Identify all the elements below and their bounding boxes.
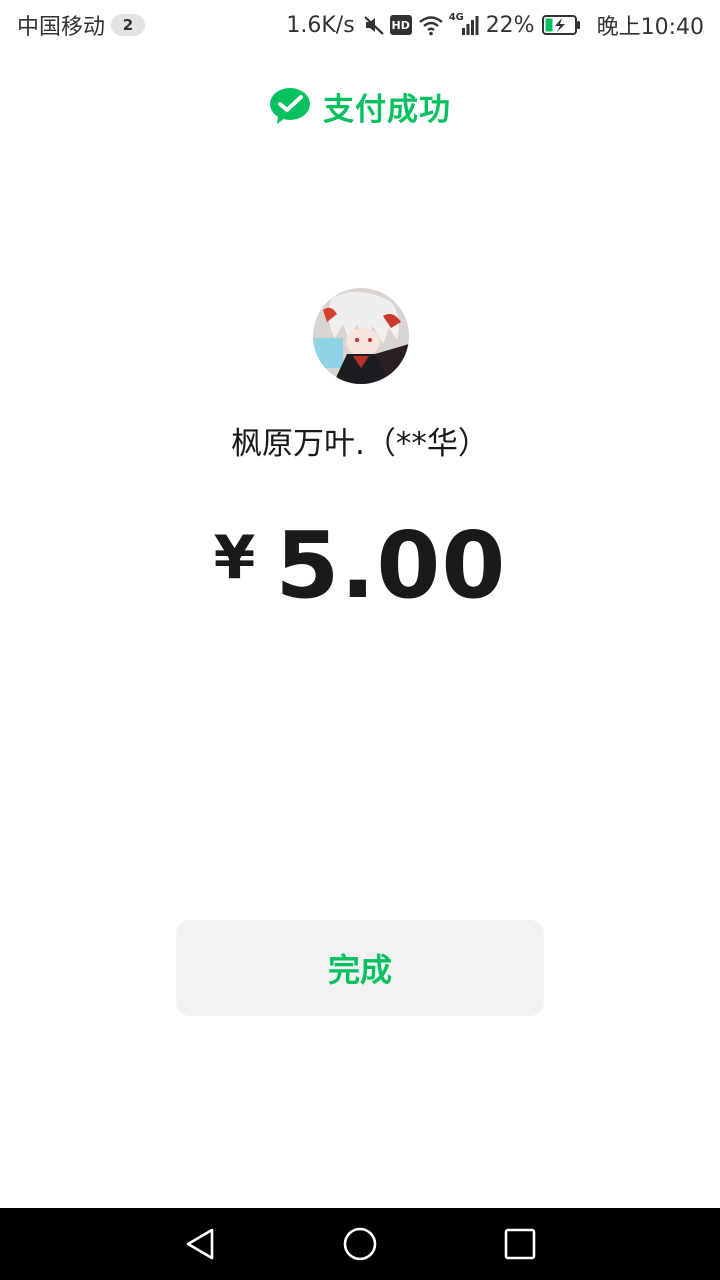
mute-icon — [363, 14, 385, 36]
status-bar: 中国移动 2 1.6K/s HD 4G 22% 晚上10:40 — [0, 0, 720, 50]
network-speed: 1.6K/s — [286, 12, 355, 38]
battery-percent: 22% — [485, 12, 535, 38]
status-clock: 晚上10:40 — [596, 15, 704, 40]
hd-icon: HD — [389, 15, 412, 35]
wifi-icon — [418, 14, 444, 36]
status-bar-left: 中国移动 2 — [17, 10, 146, 40]
home-circle-icon[interactable] — [342, 1226, 378, 1262]
currency-symbol: ¥ — [213, 523, 256, 593]
wechat-pay-icon — [269, 87, 311, 125]
amount-value: 5.00 — [275, 511, 507, 619]
cellular-signal-icon: 4G — [448, 12, 479, 36]
network-type-label: 4G — [448, 12, 464, 23]
sim-slot-badge: 2 — [111, 14, 146, 36]
back-triangle-icon[interactable] — [182, 1226, 218, 1262]
recents-square-icon[interactable] — [502, 1226, 538, 1262]
done-button[interactable]: 完成 — [176, 920, 544, 1016]
navigation-bar — [0, 1208, 720, 1280]
avatar — [313, 288, 409, 384]
page-title: 支付成功 — [323, 91, 451, 128]
payee-name: 枫原万叶.（**华） — [231, 426, 489, 462]
status-bar-right: 1.6K/s HD 4G 22% 晚上10:40 — [286, 10, 704, 40]
payment-amount: ¥ 5.00 — [0, 510, 720, 620]
payment-success-header: 支付成功 — [0, 82, 720, 130]
battery-charging-icon — [541, 14, 582, 36]
carrier-name: 中国移动 — [17, 15, 106, 40]
